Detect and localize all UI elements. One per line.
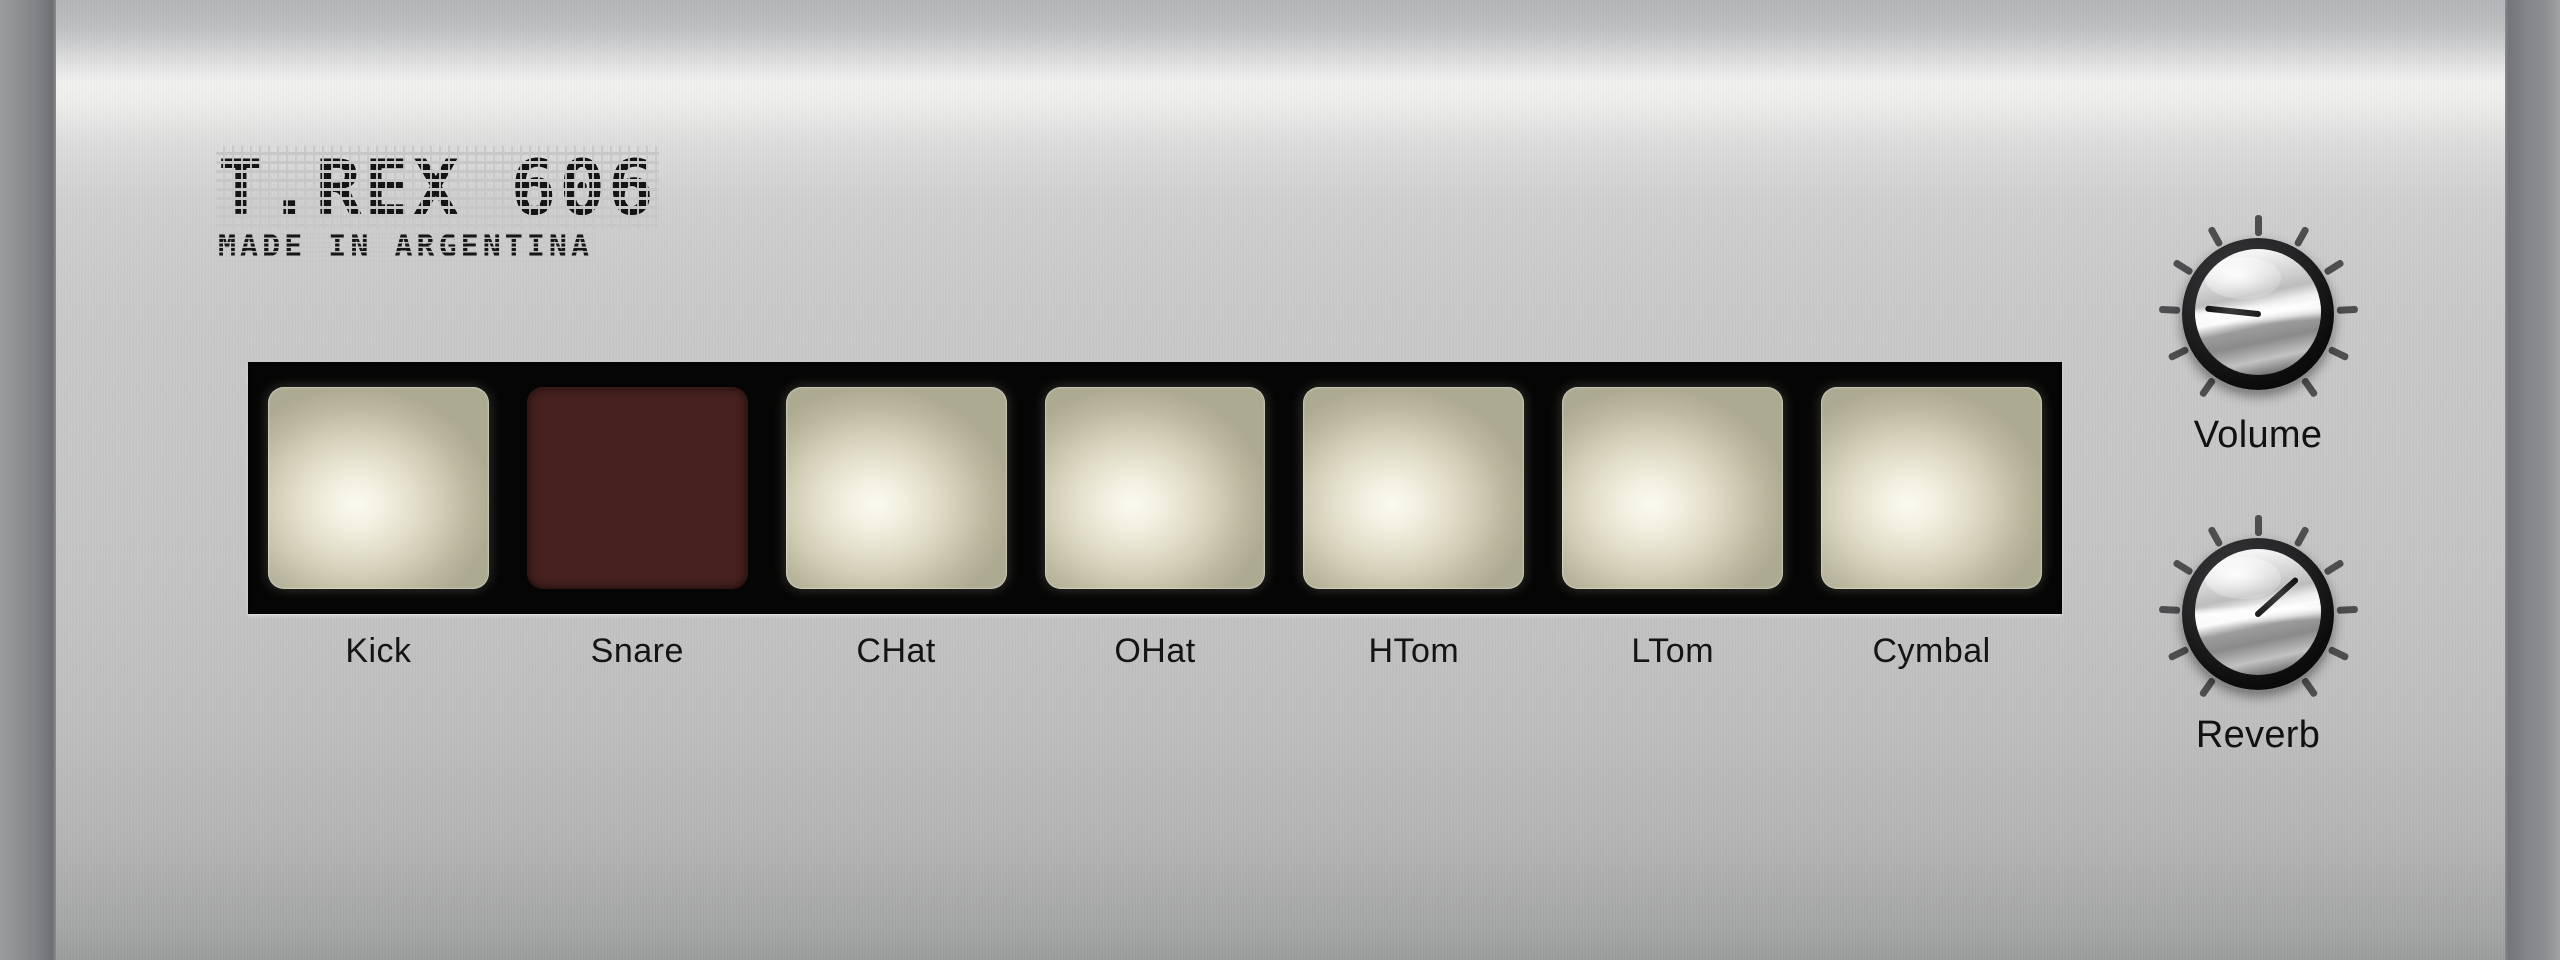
- knob-volume[interactable]: [2182, 238, 2334, 390]
- knob-tick: [2322, 558, 2345, 576]
- pad-label-kick: Kick: [345, 632, 412, 670]
- pad-label-ltom: LTom: [1631, 632, 1715, 670]
- pad-ohat[interactable]: [1044, 387, 1266, 589]
- knob-tick: [2167, 645, 2189, 661]
- knob-tick: [2327, 345, 2349, 361]
- pad-label-ohat: OHat: [1114, 632, 1196, 670]
- pad-snare[interactable]: [526, 387, 748, 589]
- knob-tick: [2336, 305, 2358, 314]
- knob-tick: [2327, 645, 2349, 661]
- knob-tick: [2336, 605, 2358, 614]
- knob-group-volume: Volume: [2108, 214, 2408, 457]
- knob-tick: [2254, 514, 2262, 536]
- device-origin-subtitle: MADE IN ARGENTINA: [216, 229, 595, 264]
- pad-strip: [248, 362, 2062, 614]
- knob-tick: [2158, 305, 2180, 314]
- pad-label-snare: Snare: [590, 632, 684, 670]
- knob-tick: [2292, 525, 2310, 548]
- knob-tick: [2292, 225, 2310, 248]
- knob-tick: [2171, 258, 2194, 276]
- drum-machine-window: T.REX 606 MADE IN ARGENTINA Kick Snare CHa…: [0, 0, 2560, 960]
- pad-label-htom: HTom: [1368, 632, 1460, 670]
- knob-label-volume: Volume: [2193, 414, 2323, 456]
- pad-chat[interactable]: [785, 387, 1007, 589]
- knob-tick: [2206, 225, 2224, 248]
- knob-tick: [2171, 558, 2194, 576]
- pad-label-chat: CHat: [856, 632, 936, 670]
- knob-tick: [2198, 676, 2216, 698]
- bezel-right: [2504, 0, 2560, 960]
- knob-tick: [2254, 214, 2262, 236]
- pad-htom[interactable]: [1303, 387, 1525, 589]
- knob-tick: [2300, 676, 2318, 698]
- knob-tick: [2206, 525, 2224, 548]
- pad-ltom[interactable]: [1562, 387, 1784, 589]
- device-model-title-text: T.REX 606: [216, 143, 659, 232]
- knob-tick: [2198, 376, 2216, 398]
- device-case: T.REX 606 MADE IN ARGENTINA Kick Snare CHa…: [0, 0, 2560, 960]
- knob-tick: [2300, 376, 2318, 398]
- device-model-title: T.REX 606: [216, 143, 659, 232]
- bezel-left: [0, 0, 56, 960]
- pad-kick[interactable]: [268, 387, 489, 589]
- front-panel: T.REX 606 MADE IN ARGENTINA Kick Snare CHa…: [56, 0, 2505, 960]
- pad-label-cymbal: Cymbal: [1872, 632, 1991, 670]
- knob-label-reverb: Reverb: [2195, 714, 2321, 756]
- pad-label-row: Kick Snare CHat OHat HTom LTom Cymbal: [248, 632, 2062, 671]
- knob-tick: [2167, 345, 2189, 361]
- knob-tick: [2322, 258, 2345, 276]
- brand-block: T.REX 606 MADE IN ARGENTINA: [216, 143, 659, 264]
- knob-reverb[interactable]: [2182, 538, 2334, 690]
- pad-cymbal[interactable]: [1821, 387, 2043, 589]
- knob-tick: [2158, 605, 2180, 614]
- knob-group-reverb: Reverb: [2108, 514, 2408, 757]
